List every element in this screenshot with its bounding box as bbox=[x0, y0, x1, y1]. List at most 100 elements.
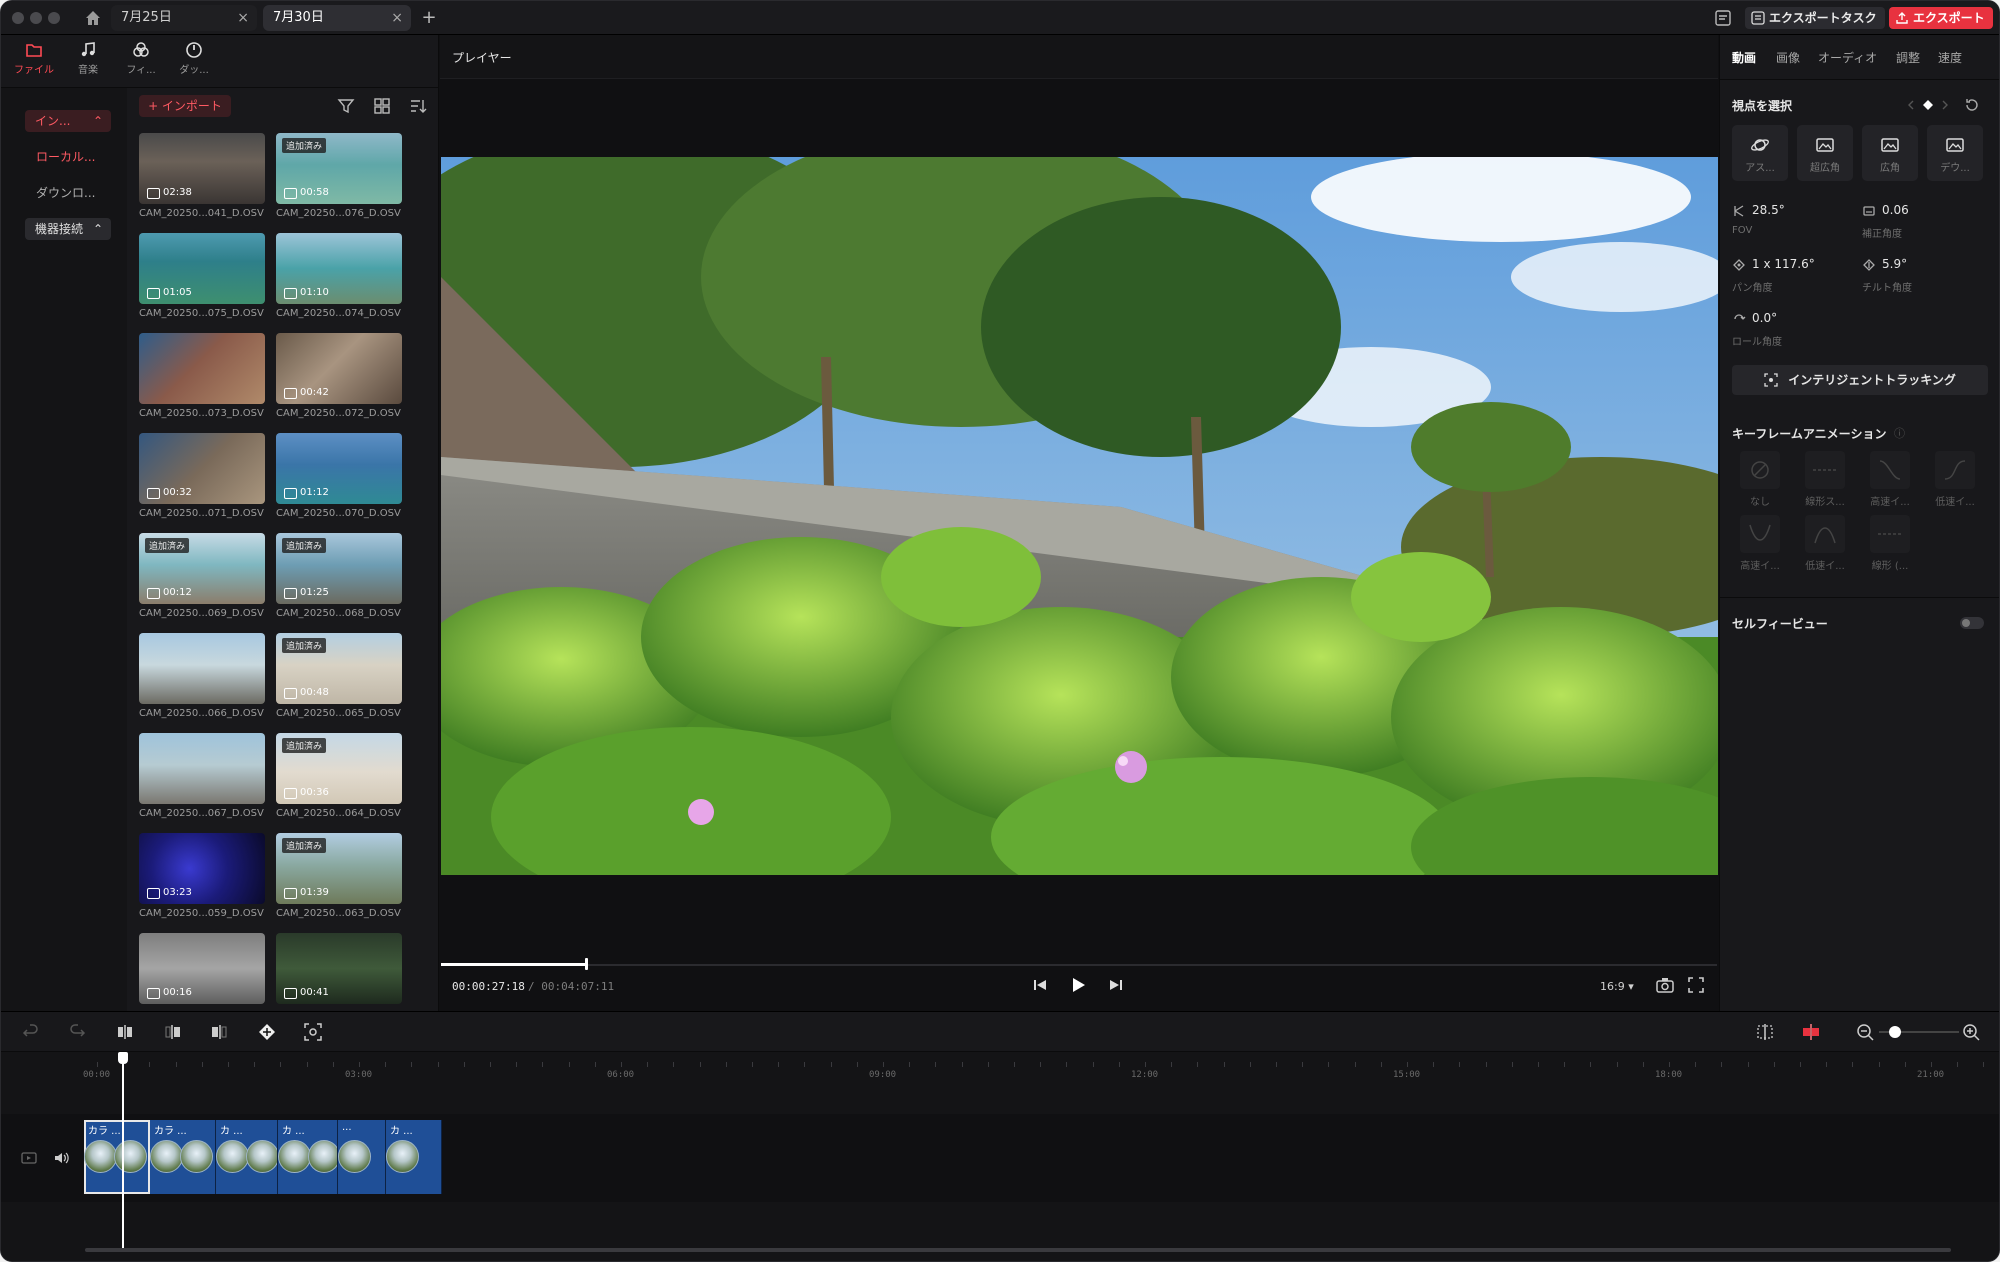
timeline-clip[interactable]: カラ ... bbox=[84, 1120, 150, 1194]
keyframe-diamond-icon[interactable] bbox=[1922, 99, 1934, 111]
param-pan[interactable]: 1 x 117.6° パン角度 bbox=[1732, 257, 1852, 294]
keyframe-ease-in-slow[interactable]: 低速イ... bbox=[1927, 451, 1983, 508]
media-item[interactable]: 00:41 bbox=[276, 933, 402, 1004]
minimize-window-button[interactable] bbox=[30, 12, 42, 24]
keyframe-ease-in-fast[interactable]: 高速イ... bbox=[1862, 451, 1918, 508]
trim-left-icon[interactable] bbox=[163, 1022, 183, 1042]
track-volume-icon[interactable] bbox=[53, 1150, 69, 1166]
media-item[interactable]: 00:32 CAM_20250...071_D.OSV bbox=[139, 433, 265, 519]
param-fov[interactable]: 28.5° FOV bbox=[1732, 203, 1852, 236]
category-filter[interactable]: フィ... bbox=[116, 39, 166, 81]
media-item[interactable]: 01:10 CAM_20250...074_D.OSV bbox=[276, 233, 402, 319]
param-tilt[interactable]: 5.9° チルト角度 bbox=[1862, 257, 1982, 294]
view-mode-wide[interactable]: 広角 bbox=[1862, 125, 1918, 181]
zoom-window-button[interactable] bbox=[48, 12, 60, 24]
media-item[interactable]: 追加済み 01:39 CAM_20250...063_D.OSV bbox=[276, 833, 402, 919]
media-item[interactable]: 00:16 bbox=[139, 933, 265, 1004]
play-icon[interactable] bbox=[1068, 975, 1088, 995]
grid-view-icon[interactable] bbox=[373, 97, 391, 115]
tab-speed[interactable]: 速度 bbox=[1938, 49, 1962, 66]
timeline-clip[interactable]: カ ... bbox=[216, 1120, 278, 1194]
media-item[interactable]: CAM_20250...073_D.OSV bbox=[139, 333, 265, 419]
media-item[interactable]: 追加済み 01:25 CAM_20250...068_D.OSV bbox=[276, 533, 402, 619]
tab-audio[interactable]: オーディオ bbox=[1818, 49, 1877, 66]
timeline-clip[interactable]: カ ... bbox=[386, 1120, 442, 1194]
media-item[interactable]: 追加済み 00:12 CAM_20250...069_D.OSV bbox=[139, 533, 265, 619]
timeline-scrollbar[interactable] bbox=[85, 1248, 1951, 1252]
timeline-clip[interactable]: カラ ... bbox=[150, 1120, 216, 1194]
tab-image[interactable]: 画像 bbox=[1776, 49, 1800, 66]
zoom-in-icon[interactable] bbox=[1961, 1022, 1981, 1042]
view-mode-dewarp[interactable]: デウ... bbox=[1927, 125, 1983, 181]
add-keyframe-icon[interactable] bbox=[257, 1022, 277, 1042]
timeline-clip[interactable]: カ ... bbox=[278, 1120, 338, 1194]
reset-icon[interactable] bbox=[1964, 97, 1980, 113]
aspect-ratio-select[interactable]: 16:9 ▾ bbox=[1600, 980, 1634, 993]
intelligent-tracking-button[interactable]: インテリジェントトラッキング bbox=[1732, 365, 1988, 395]
param-roll[interactable]: 0.0° ロール角度 bbox=[1732, 311, 1852, 348]
media-item[interactable]: 追加済み 00:48 CAM_20250...065_D.OSV bbox=[276, 633, 402, 719]
media-item[interactable]: CAM_20250...067_D.OSV bbox=[139, 733, 265, 819]
redo-icon[interactable] bbox=[67, 1022, 87, 1042]
view-mode-ultra-wide[interactable]: 超広角 bbox=[1797, 125, 1853, 181]
seek-handle[interactable] bbox=[585, 958, 588, 970]
fullscreen-icon[interactable] bbox=[1686, 975, 1706, 995]
keyframe-ease-out-fast[interactable]: 高速イ... bbox=[1732, 515, 1788, 572]
zoom-slider-handle[interactable] bbox=[1889, 1026, 1901, 1038]
skip-back-icon[interactable] bbox=[1030, 975, 1050, 995]
export-button[interactable]: エクスポート bbox=[1889, 7, 1993, 29]
media-item[interactable]: 追加済み 00:58 CAM_20250...076_D.OSV bbox=[276, 133, 402, 219]
trim-right-icon[interactable] bbox=[209, 1022, 229, 1042]
category-music[interactable]: 音楽 bbox=[63, 39, 113, 81]
nav-device-group[interactable]: 機器接続 ⌃ bbox=[25, 218, 111, 240]
tab-adjust[interactable]: 調整 bbox=[1896, 49, 1920, 66]
keyframe-none[interactable]: なし bbox=[1732, 451, 1788, 508]
feedback-icon[interactable] bbox=[1714, 9, 1732, 27]
media-item[interactable]: 02:38 CAM_20250...041_D.OSV bbox=[139, 133, 265, 219]
seek-bar[interactable] bbox=[441, 964, 1717, 966]
close-window-button[interactable] bbox=[12, 12, 24, 24]
split-icon[interactable] bbox=[115, 1022, 135, 1042]
media-item[interactable]: 03:23 CAM_20250...059_D.OSV bbox=[139, 833, 265, 919]
sort-icon[interactable] bbox=[409, 97, 427, 115]
view-mode-aspect[interactable]: アス... bbox=[1732, 125, 1788, 181]
media-item[interactable]: 01:12 CAM_20250...070_D.OSV bbox=[276, 433, 402, 519]
link-playhead-icon[interactable] bbox=[1801, 1022, 1821, 1042]
time-ruler[interactable]: 00:00 03:00 06:00 09:00 12:00 15:00 18:00 21:00 bbox=[1, 1052, 1999, 1082]
chevron-right-icon[interactable] bbox=[1940, 99, 1950, 111]
nav-import-group[interactable]: イン... ⌃ bbox=[25, 110, 111, 132]
snapshot-camera-icon[interactable] bbox=[1655, 975, 1675, 995]
home-icon[interactable] bbox=[83, 8, 103, 28]
media-item[interactable]: 00:42 CAM_20250...072_D.OSV bbox=[276, 333, 402, 419]
playhead[interactable] bbox=[122, 1062, 124, 1252]
tab-july-30[interactable]: 7月30日 × bbox=[263, 5, 411, 31]
skip-forward-icon[interactable] bbox=[1106, 975, 1126, 995]
close-tab-icon[interactable]: × bbox=[237, 5, 249, 31]
param-distortion[interactable]: 0.06 補正角度 bbox=[1862, 203, 1982, 240]
close-tab-icon[interactable]: × bbox=[391, 5, 403, 31]
keyframe-ease-out-slow[interactable]: 低速イ... bbox=[1797, 515, 1853, 572]
keyframe-linear-2[interactable]: 線形 (... bbox=[1862, 515, 1918, 572]
timeline-clip[interactable]: ... bbox=[338, 1120, 386, 1194]
export-task-button[interactable]: エクスポートタスク bbox=[1745, 7, 1885, 29]
category-file[interactable]: ファイル bbox=[9, 39, 59, 81]
nav-download[interactable]: ダウンロ... bbox=[36, 184, 95, 201]
tab-video[interactable]: 動画 bbox=[1732, 49, 1756, 66]
help-icon[interactable]: ⓘ bbox=[1894, 425, 1905, 441]
new-tab-button[interactable]: + bbox=[417, 5, 441, 31]
media-item[interactable]: 追加済み 00:36 CAM_20250...064_D.OSV bbox=[276, 733, 402, 819]
keyframe-linear[interactable]: 線形ス... bbox=[1797, 451, 1853, 508]
undo-icon[interactable] bbox=[21, 1022, 41, 1042]
nav-local[interactable]: ローカル... bbox=[36, 148, 95, 165]
selfie-view-toggle[interactable] bbox=[1960, 617, 1984, 629]
media-item[interactable]: 01:05 CAM_20250...075_D.OSV bbox=[139, 233, 265, 319]
filter-funnel-icon[interactable] bbox=[337, 97, 355, 115]
category-dashboard[interactable]: ダッ... bbox=[169, 39, 219, 81]
media-item[interactable]: CAM_20250...066_D.OSV bbox=[139, 633, 265, 719]
snap-icon[interactable] bbox=[1755, 1022, 1775, 1042]
tab-july-25[interactable]: 7月25日 × bbox=[111, 5, 257, 31]
chevron-left-icon[interactable] bbox=[1906, 99, 1916, 111]
track-video-icon[interactable] bbox=[21, 1150, 37, 1166]
import-button[interactable]: + インポート bbox=[139, 95, 231, 117]
video-preview[interactable] bbox=[441, 157, 1718, 875]
